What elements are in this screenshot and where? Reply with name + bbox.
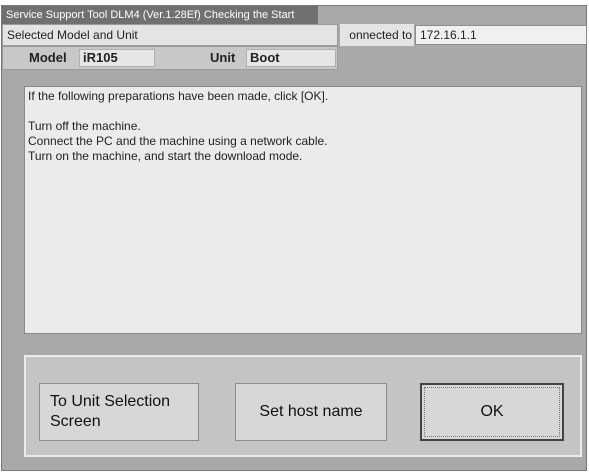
selected-model-unit-header: Selected Model and Unit — [2, 24, 338, 46]
instruction-step: Turn on the machine, and start the downl… — [28, 149, 303, 163]
connected-ip-field: 172.16.1.1 — [415, 25, 587, 45]
dialog-window: Service Support Tool DLM4 (Ver.1.28Ef) C… — [1, 5, 587, 471]
ok-label: OK — [424, 387, 560, 437]
instruction-step: Connect the PC and the machine using a n… — [28, 134, 328, 148]
button-panel: To Unit Selection Screen Set host name O… — [24, 355, 582, 457]
instruction-step: Turn off the machine. — [28, 119, 141, 133]
instruction-panel: If the following preparations have been … — [24, 86, 582, 334]
ok-button[interactable]: OK — [420, 383, 564, 441]
to-unit-selection-label-line2: Screen — [50, 413, 101, 430]
model-value: iR105 — [79, 49, 155, 67]
window-title: Service Support Tool DLM4 (Ver.1.28Ef) C… — [2, 6, 318, 24]
unit-value: Boot — [246, 49, 336, 67]
model-unit-row: Model iR105 Unit Boot — [2, 46, 338, 70]
unit-label: Unit — [210, 50, 236, 65]
set-host-name-button[interactable]: Set host name — [235, 383, 387, 441]
model-label: Model — [29, 50, 67, 65]
instruction-intro: If the following preparations have been … — [28, 89, 329, 103]
connected-to-label: onnected to — [340, 24, 414, 46]
to-unit-selection-label-line1: To Unit Selection — [50, 393, 171, 410]
to-unit-selection-button[interactable]: To Unit Selection Screen — [39, 383, 199, 441]
